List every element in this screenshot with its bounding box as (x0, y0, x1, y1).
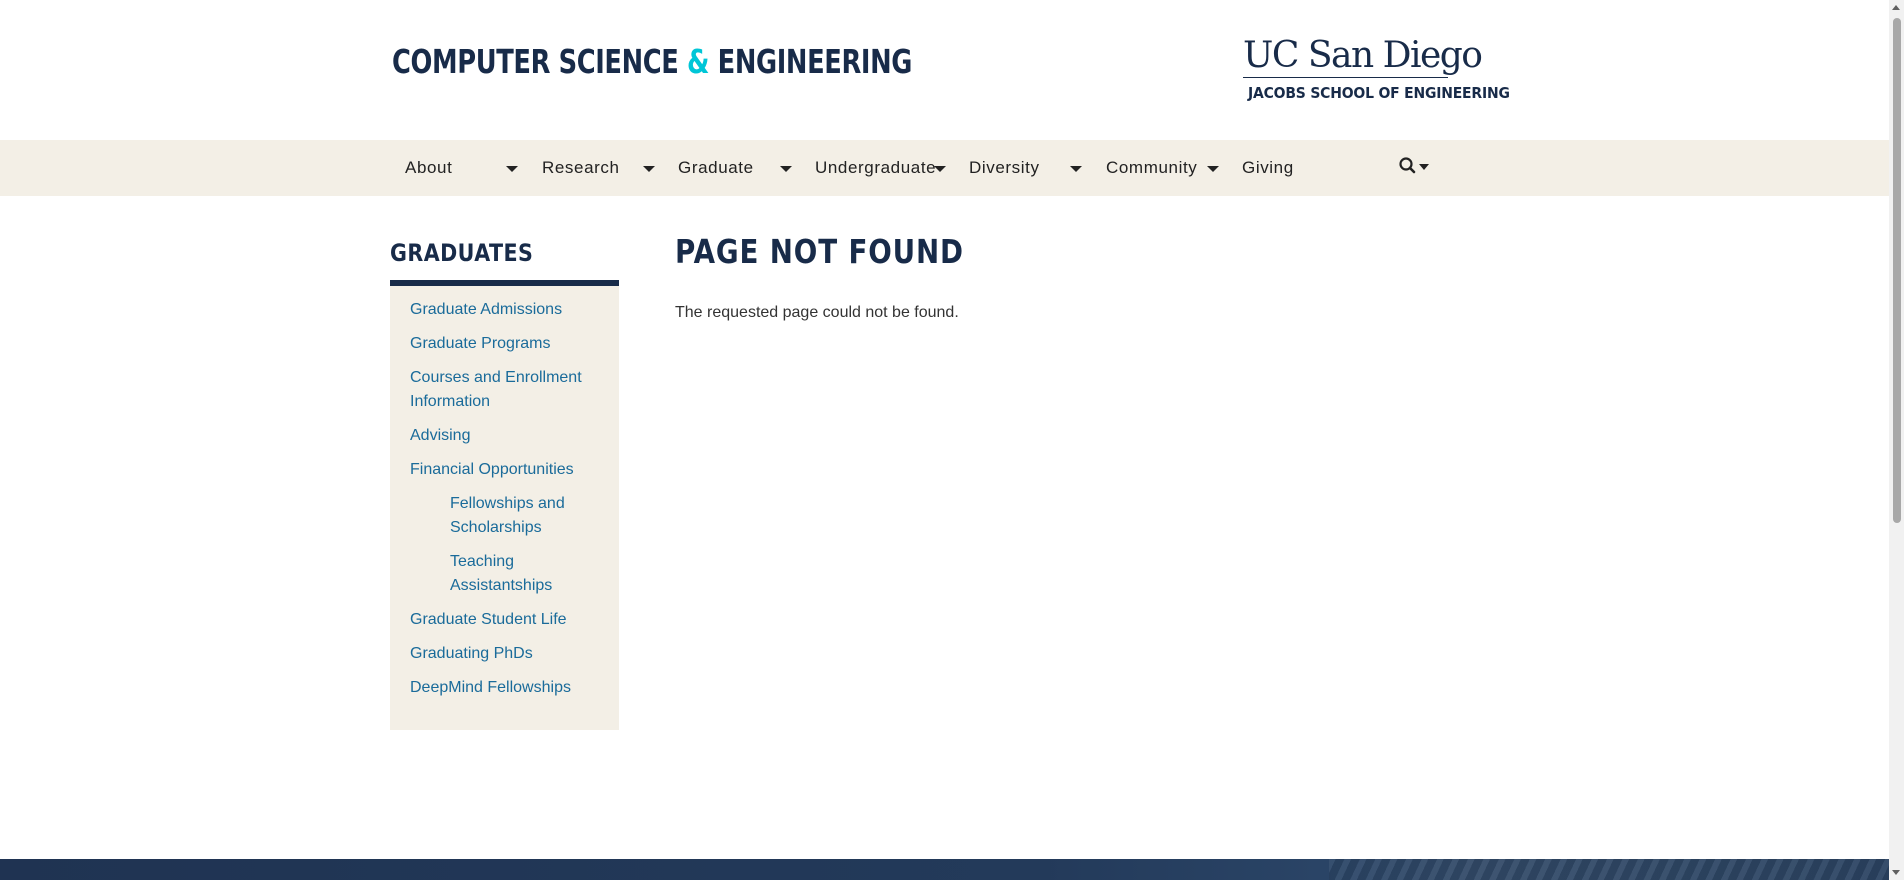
sidebar-link-fellowships-scholarships[interactable]: Fellowships and Scholarships (450, 492, 580, 540)
sidebar-link-graduate-programs[interactable]: Graduate Programs (410, 332, 551, 356)
nav-research-dropdown-toggle[interactable] (643, 140, 655, 196)
sidebar-title: GRADUATES (390, 239, 534, 267)
section-sidebar: GRADUATES Graduate Admissions Graduate P… (390, 236, 619, 730)
sidebar-link-graduating-phds[interactable]: Graduating PhDs (410, 642, 533, 666)
nav-label: Diversity (969, 158, 1040, 177)
scrollbar-thumb[interactable] (1893, 18, 1901, 523)
search-icon (1399, 157, 1429, 174)
nav-undergraduate-dropdown-toggle[interactable] (934, 140, 946, 196)
sidebar-link-graduate-student-life[interactable]: Graduate Student Life (410, 608, 567, 632)
nav-diversity-dropdown-toggle[interactable] (1070, 140, 1082, 196)
nav-item-community[interactable]: Community (1106, 140, 1197, 196)
page: COMPUTER SCIENCE & ENGINEERING UC San Di… (0, 0, 1889, 880)
nav-item-research[interactable]: Research (542, 140, 620, 196)
sidebar-menu: Graduate Admissions Graduate Programs Co… (390, 286, 619, 730)
nav-item-about[interactable]: About (405, 140, 452, 196)
site-header: COMPUTER SCIENCE & ENGINEERING UC San Di… (0, 0, 1889, 140)
search-toggle-button[interactable] (1398, 156, 1434, 178)
logo-rule (1243, 77, 1448, 78)
jacobs-wordmark: JACOBS SCHOOL OF ENGINEERING (1248, 84, 1510, 102)
sidebar-link-financial-opportunities[interactable]: Financial Opportunities (410, 458, 574, 482)
main-nav: About Research Graduate Undergraduate Di… (0, 140, 1889, 196)
caret-down-icon (780, 166, 792, 172)
sidebar-link-advising[interactable]: Advising (410, 424, 470, 448)
nav-label: Community (1106, 158, 1198, 177)
department-logo[interactable]: COMPUTER SCIENCE & ENGINEERING (392, 42, 912, 81)
nav-item-graduate[interactable]: Graduate (678, 140, 754, 196)
caret-down-icon (506, 166, 518, 172)
sidebar-link-courses-enrollment[interactable]: Courses and Enrollment Information (410, 366, 600, 414)
nav-item-undergraduate[interactable]: Undergraduate (815, 140, 936, 196)
caret-down-icon (934, 166, 946, 172)
nav-community-dropdown-toggle[interactable] (1207, 140, 1219, 196)
scroll-up-arrow-icon[interactable] (1892, 5, 1900, 10)
not-found-message: The requested page could not be found. (675, 304, 959, 321)
sidebar-link-graduate-admissions[interactable]: Graduate Admissions (410, 298, 562, 322)
nav-label: Giving (1242, 158, 1294, 177)
footer-background-image (1329, 859, 1889, 880)
nav-label: Undergraduate (815, 158, 937, 177)
caret-down-icon (643, 166, 655, 172)
brand-text-tail: ENGINEERING (709, 42, 913, 81)
ucsd-jacobs-logo[interactable]: UC San Diego JACOBS SCHOOL OF ENGINEERIN… (1243, 35, 1510, 106)
nav-graduate-dropdown-toggle[interactable] (780, 140, 792, 196)
nav-about-dropdown-toggle[interactable] (506, 140, 518, 196)
nav-item-giving[interactable]: Giving (1242, 140, 1294, 196)
nav-label: Research (542, 158, 620, 177)
sidebar-link-deepmind-fellowships[interactable]: DeepMind Fellowships (410, 676, 571, 700)
scroll-down-arrow-icon[interactable] (1892, 870, 1900, 875)
caret-down-icon (1070, 166, 1082, 172)
site-footer (0, 859, 1889, 880)
sidebar-link-teaching-assistantships[interactable]: Teaching Assistantships (450, 550, 580, 598)
caret-down-icon (1207, 166, 1219, 172)
nav-label: About (405, 158, 453, 177)
page-title: PAGE NOT FOUND (675, 232, 964, 271)
brand-text-main: COMPUTER SCIENCE (392, 42, 688, 81)
nav-label: Graduate (678, 158, 754, 177)
brand-ampersand: & (687, 42, 710, 81)
nav-item-diversity[interactable]: Diversity (969, 140, 1040, 196)
page-scrollbar[interactable] (1889, 0, 1904, 880)
ucsd-wordmark: UC San Diego (1243, 35, 1483, 76)
